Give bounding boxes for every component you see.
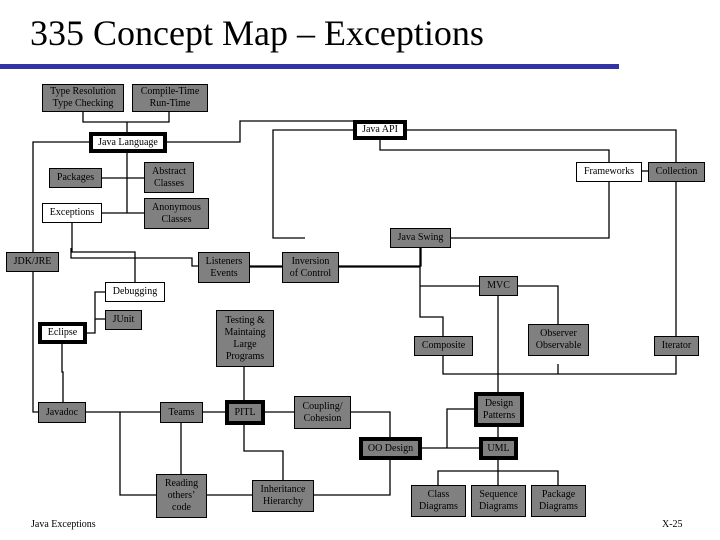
connector [419,247,444,336]
node-sequence-diagrams[interactable]: Sequence Diagrams [471,485,526,517]
connector [272,129,357,239]
connector [350,411,391,438]
node-javadoc[interactable]: Javadoc [38,402,86,423]
node-packages[interactable]: Packages [49,168,102,188]
node-java-swing[interactable]: Java Swing [390,228,451,248]
node-iterator[interactable]: Iterator [654,336,699,356]
node-design-patterns[interactable]: Design Patterns [474,392,524,427]
node-teams[interactable]: Teams [160,402,203,423]
node-pitl[interactable]: PITL [225,400,265,425]
node-listeners-events[interactable]: Listeners Events [198,252,250,283]
node-abstract-classes[interactable]: Abstract Classes [144,162,194,193]
footer-course-label: Java Exceptions [31,519,96,530]
connector [61,342,64,402]
connector [442,355,677,375]
node-debugging[interactable]: Debugging [105,282,165,302]
footer-slide-number: X-25 [662,519,683,530]
connector [450,181,610,239]
node-jdk-jre[interactable]: JDK/JRE [6,252,59,272]
connector [86,291,106,334]
node-uml[interactable]: UML [479,437,518,460]
node-testing[interactable]: Testing & Maintaing Large Programs [216,310,274,367]
node-mvc[interactable]: MVC [479,276,518,296]
connector [313,458,391,496]
node-anonymous-classes[interactable]: Anonymous Classes [144,198,209,229]
node-compile-time[interactable]: Compile-Time Run-Time [132,84,208,112]
node-exceptions[interactable]: Exceptions [42,203,102,223]
node-observer-observable[interactable]: Observer Observable [528,324,589,356]
node-class-diagrams[interactable]: Class Diagrams [411,485,466,517]
node-junit[interactable]: JUnit [105,310,142,330]
connector [71,222,136,283]
connector [82,111,170,123]
node-collection[interactable]: Collection [648,162,705,182]
node-eclipse[interactable]: Eclipse [38,322,87,344]
connector [406,129,677,162]
connector [243,424,284,481]
node-reading-others-code[interactable]: Reading others’ code [156,474,207,518]
node-oo-design[interactable]: OO Design [359,437,422,460]
connector [446,408,475,448]
connector [379,139,610,162]
node-java-api[interactable]: Java API [353,120,407,140]
node-composite[interactable]: Composite [414,336,473,356]
node-inversion-of-control[interactable]: Inversion of Control [282,252,339,283]
connector [32,141,90,255]
connector [119,412,157,496]
node-inheritance-hierarchy[interactable]: Inheritance Hierarchy [252,480,314,512]
node-java-language[interactable]: Java Language [89,132,167,153]
node-frameworks[interactable]: Frameworks [576,162,642,182]
node-coupling-cohesion[interactable]: Coupling/ Cohesion [294,396,351,429]
connector [518,285,559,324]
node-package-diagrams[interactable]: Package Diagrams [531,485,586,517]
node-type-resolution[interactable]: Type Resolution Type Checking [42,84,124,112]
